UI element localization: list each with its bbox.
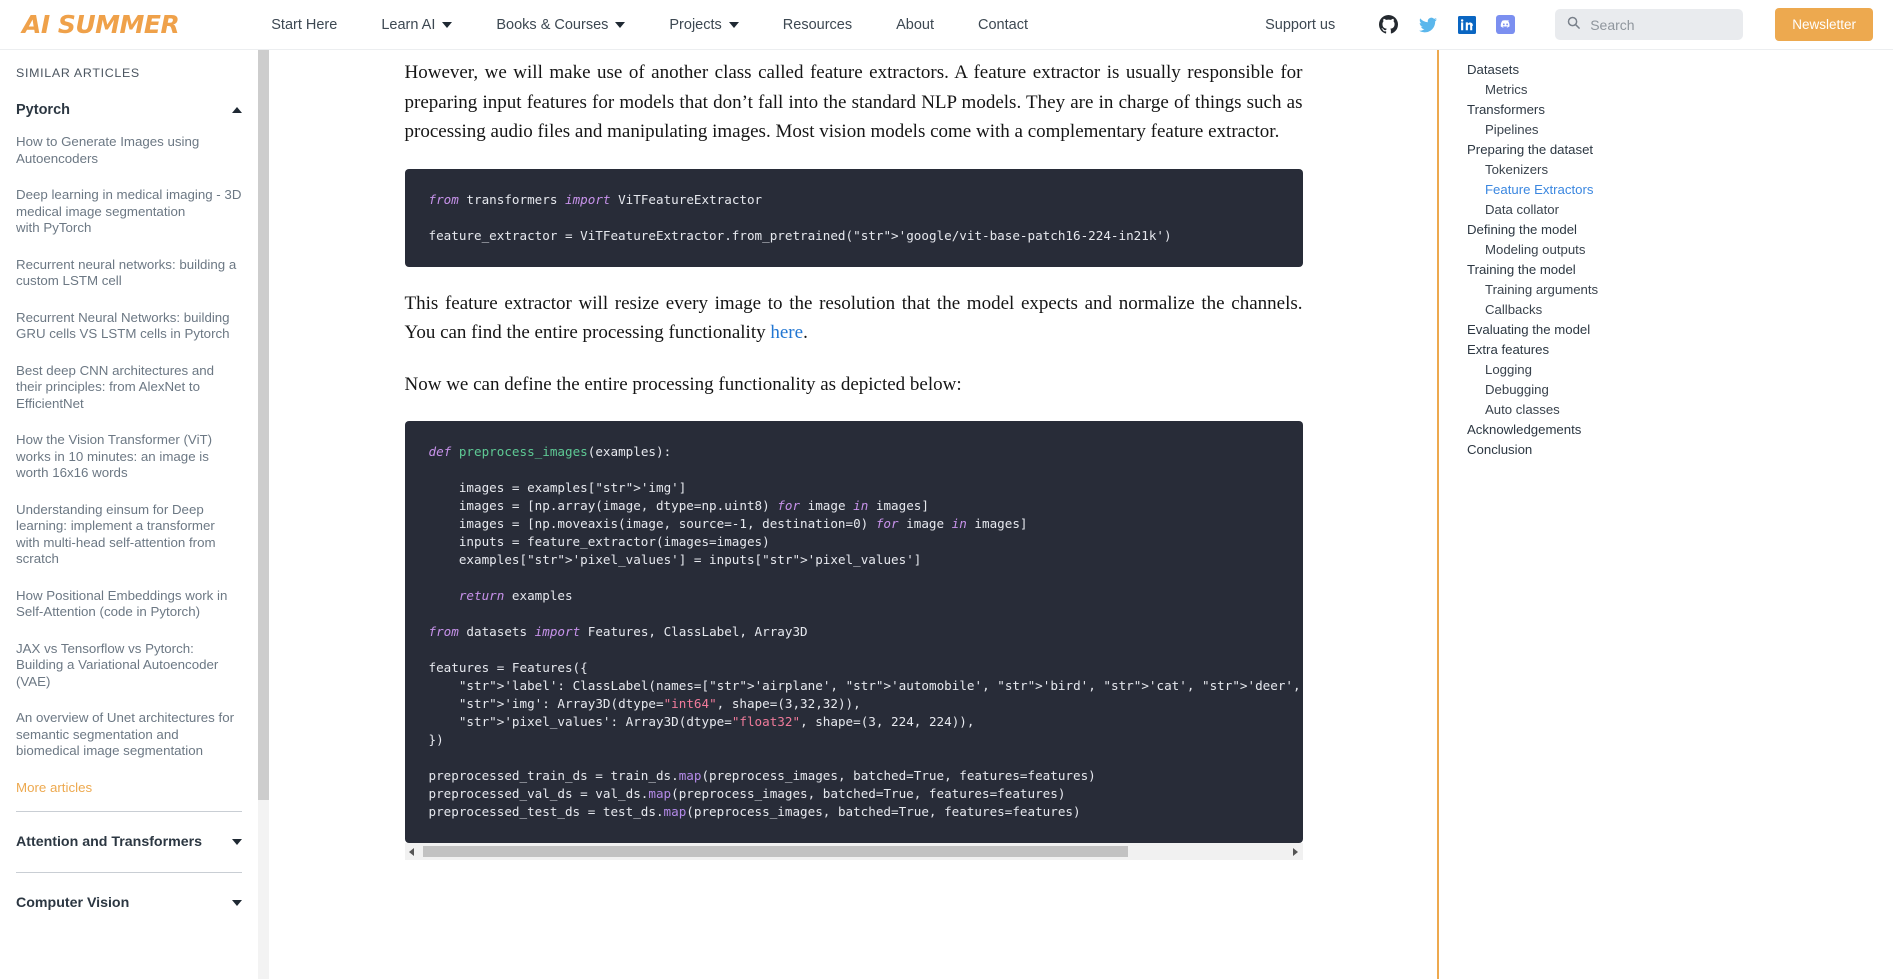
nav-item-label: Books & Courses	[496, 16, 609, 33]
sidebar-article-link[interactable]: How Positional Embeddings work in Self-A…	[16, 588, 242, 621]
nav-item-learn-ai[interactable]: Learn AI	[359, 17, 474, 33]
nav-item-label: Projects	[669, 16, 722, 33]
sidebar-article-link[interactable]: Deep learning in medical imaging - 3D me…	[16, 187, 242, 237]
toc-item-training-the-model[interactable]: Training the model	[1467, 260, 1893, 280]
nav-item-contact[interactable]: Contact	[956, 17, 1050, 33]
toc-item-acknowledgements[interactable]: Acknowledgements	[1467, 420, 1893, 440]
site-logo[interactable]: AI SUMMER	[22, 10, 180, 39]
code-content-1[interactable]: from transformers import ViTFeatureExtra…	[405, 169, 1303, 267]
search-input[interactable]: Search	[1555, 9, 1744, 40]
code-content-2[interactable]: def preprocess_images(examples): images …	[405, 421, 1303, 843]
toc-item-metrics[interactable]: Metrics	[1467, 80, 1893, 100]
chevron-down-icon	[615, 21, 626, 28]
toc-item-evaluating-the-model[interactable]: Evaluating the model	[1467, 320, 1893, 340]
nav-right-group: Support us Search Newsletter	[1265, 8, 1893, 41]
paragraph-text-after-link: .	[803, 322, 808, 343]
similar-articles-sidebar: SIMILAR ARTICLES Pytorch How to Generate…	[0, 50, 258, 979]
toc-item-feature-extractors[interactable]: Feature Extractors	[1467, 180, 1893, 200]
github-icon[interactable]	[1379, 15, 1399, 34]
sidebar-heading: SIMILAR ARTICLES	[16, 66, 140, 80]
sidebar-scrollbar-thumb[interactable]	[258, 50, 269, 800]
sidebar-collapsed-section[interactable]: Attention and Transformers	[16, 810, 242, 872]
sidebar-article-link[interactable]: How the Vision Transformer (ViT) works i…	[16, 432, 242, 482]
scroll-left-arrow-icon[interactable]	[405, 843, 419, 860]
table-of-contents: Datasets Metrics Transformers Pipelines Prep…	[1437, 50, 1893, 979]
code-scrollbar-thumb[interactable]	[422, 846, 1128, 857]
chevron-down-icon	[728, 21, 739, 28]
more-articles-link[interactable]: More articles	[16, 780, 242, 795]
code-block-preprocess-images: def preprocess_images(examples): images …	[404, 421, 1303, 843]
nav-item-label: Contact	[978, 16, 1028, 33]
nav-item-label: Learn AI	[381, 16, 436, 33]
toc-item-tokenizers[interactable]: Tokenizers	[1467, 160, 1893, 180]
sidebar-collapsed-section-title: Computer Vision	[16, 894, 130, 911]
sidebar-article-link[interactable]: An overview of Unet architectures for se…	[16, 710, 242, 760]
sidebar-article-link[interactable]: Understanding einsum for Deep learning: …	[16, 502, 242, 568]
sidebar-collapsed-section-title: Attention and Transformers	[16, 833, 203, 850]
social-links	[1379, 15, 1516, 34]
code-block-feature-extractor: from transformers import ViTFeatureExtra…	[404, 168, 1303, 267]
toc-item-conclusion[interactable]: Conclusion	[1467, 440, 1893, 460]
article-main-content: However, we will make use of another cla…	[270, 50, 1437, 979]
toc-item-defining-the-model[interactable]: Defining the model	[1467, 220, 1893, 240]
linkedin-icon[interactable]	[1458, 15, 1477, 34]
chevron-down-icon	[232, 899, 242, 906]
nav-item-resources[interactable]: Resources	[761, 17, 874, 33]
paragraph-resize-normalize: This feature extractor will resize every…	[405, 289, 1303, 348]
toc-item-debugging[interactable]: Debugging	[1467, 380, 1893, 400]
chevron-down-icon	[442, 21, 453, 28]
toc-item-transformers[interactable]: Transformers	[1467, 100, 1893, 120]
toc-item-pipelines[interactable]: Pipelines	[1467, 120, 1893, 140]
toc-item-callbacks[interactable]: Callbacks	[1467, 300, 1893, 320]
nav-item-start-here[interactable]: Start Here	[249, 17, 359, 33]
toc-item-datasets[interactable]: Datasets	[1467, 60, 1893, 80]
sidebar-article-link[interactable]: Recurrent Neural Networks: building GRU …	[16, 310, 242, 343]
toc-item-auto-classes[interactable]: Auto classes	[1467, 400, 1893, 420]
search-icon	[1566, 15, 1581, 35]
nav-item-label: Resources	[782, 16, 853, 33]
nav-item-about[interactable]: About	[874, 17, 956, 33]
paragraph-define-processing: Now we can define the entire processing …	[404, 373, 962, 395]
chevron-down-icon	[232, 838, 242, 845]
sidebar-collapsed-section[interactable]: Computer Vision	[16, 871, 242, 933]
twitter-icon[interactable]	[1418, 16, 1438, 34]
sidebar-article-list: How to Generate Images using Autoencoder…	[16, 134, 242, 760]
sidebar-article-link[interactable]: How to Generate Images using Autoencoder…	[16, 134, 242, 167]
paragraph-feature-extractors: However, we will make use of another cla…	[404, 62, 1303, 142]
sidebar-article-link[interactable]: Best deep CNN architectures and their pr…	[16, 363, 242, 413]
toc-item-modeling-outputs[interactable]: Modeling outputs	[1467, 240, 1893, 260]
here-link[interactable]: here	[770, 322, 803, 343]
sidebar-section-title: Pytorch	[16, 102, 70, 118]
sidebar-section-pytorch[interactable]: Pytorch	[16, 80, 242, 128]
toc-item-extra-features[interactable]: Extra features	[1467, 340, 1893, 360]
paragraph-text-before-link: This feature extractor will resize every…	[404, 292, 1303, 344]
code-horizontal-scrollbar[interactable]	[404, 843, 1303, 860]
search-placeholder: Search	[1590, 16, 1635, 33]
nav-item-label: Start Here	[271, 16, 338, 33]
toc-item-preparing-the-dataset[interactable]: Preparing the dataset	[1467, 140, 1893, 160]
top-navigation-bar: AI SUMMER Start Here Learn AI Books & Cour…	[0, 0, 1893, 50]
sidebar-article-link[interactable]: JAX vs Tensorflow vs Pytorch: Building a…	[16, 641, 242, 691]
toc-item-data-collator[interactable]: Data collator	[1467, 200, 1893, 220]
chevron-up-icon	[232, 107, 242, 113]
newsletter-button[interactable]: Newsletter	[1775, 8, 1873, 41]
primary-nav-links: Start Here Learn AI Books & Courses Project…	[249, 17, 1050, 33]
toc-item-logging[interactable]: Logging	[1467, 360, 1893, 380]
discord-icon[interactable]	[1496, 15, 1516, 34]
sidebar-article-link[interactable]: Recurrent neural networks: building a cu…	[16, 257, 242, 290]
toc-item-training-arguments[interactable]: Training arguments	[1467, 280, 1893, 300]
nav-item-books-courses[interactable]: Books & Courses	[474, 17, 647, 33]
nav-item-label: About	[896, 16, 934, 33]
nav-item-projects[interactable]: Projects	[647, 17, 760, 33]
sidebar-collapsed-sections: Attention and Transformers Computer Visio…	[16, 810, 242, 933]
sidebar-scrollbar[interactable]	[258, 50, 269, 979]
support-us-link[interactable]: Support us	[1265, 17, 1335, 33]
scroll-right-arrow-icon[interactable]	[1289, 843, 1303, 860]
